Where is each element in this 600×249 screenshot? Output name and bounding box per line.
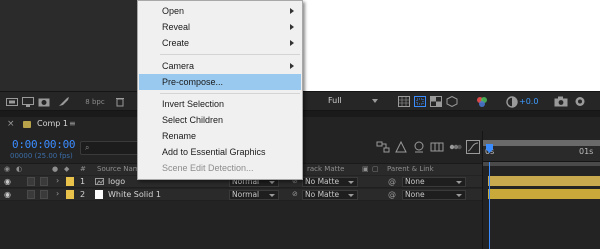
layer-context-menu: Open Reveal Create Camera Pre-compose...…	[137, 0, 303, 180]
menu-item-reveal[interactable]: Reveal	[139, 19, 301, 35]
camera-snapshot-icon[interactable]	[554, 95, 568, 108]
parent-select[interactable]: None	[402, 190, 466, 200]
menu-item-pre-compose[interactable]: Pre-compose...	[139, 74, 301, 90]
eye-icon[interactable]: ◉	[4, 190, 11, 200]
layer-bar-white-solid[interactable]	[488, 189, 600, 199]
lock-switch[interactable]	[40, 177, 48, 186]
layer-bar-logo[interactable]	[488, 176, 600, 186]
exposure-value[interactable]: +0.0	[519, 97, 538, 106]
motion-blur-icon[interactable]	[448, 140, 462, 154]
menu-separator	[160, 93, 300, 94]
matte-invert-icon: ▢	[372, 165, 379, 173]
transparency-icon[interactable]	[430, 95, 442, 108]
region-icon[interactable]	[414, 95, 426, 108]
chevron-right-icon[interactable]: ›	[56, 176, 59, 186]
menu-item-create[interactable]: Create	[139, 35, 301, 51]
graph-editor-icon[interactable]	[466, 140, 480, 154]
layer-label-color[interactable]	[66, 190, 74, 199]
solo-switch[interactable]	[27, 177, 35, 186]
menu-item-add-to-essential-graphics[interactable]: Add to Essential Graphics	[139, 144, 301, 160]
solo-switch[interactable]	[27, 190, 35, 199]
footage-icon	[95, 177, 104, 187]
layer-name[interactable]: White Solid 1	[108, 189, 161, 201]
preserve-transparency-icon[interactable]: ⊘	[292, 190, 298, 200]
track-matte-select[interactable]: No Matte	[302, 177, 358, 187]
lock-switch[interactable]	[40, 190, 48, 199]
chevron-right-icon[interactable]: ›	[56, 189, 59, 199]
ruler-label-01s: 01s	[579, 147, 594, 156]
current-time-display[interactable]: 0:00:00:00	[12, 138, 76, 151]
submenu-arrow-icon	[290, 8, 294, 14]
menu-item-rename[interactable]: Rename	[139, 128, 301, 144]
comp-color-swatch	[23, 121, 31, 128]
grid-icon[interactable]	[398, 95, 410, 108]
track-matte-column[interactable]: rack Matte	[307, 165, 344, 173]
layer-name[interactable]: logo	[108, 176, 125, 188]
eye-icon: ◉	[4, 165, 11, 173]
pick-whip-icon[interactable]: @	[388, 177, 396, 187]
trash-icon[interactable]	[114, 95, 126, 108]
tab-comp-1[interactable]: Comp 1	[37, 119, 68, 128]
frame-blending-icon[interactable]	[430, 140, 444, 154]
menu-item-open[interactable]: Open	[139, 3, 301, 19]
viewer-canvas[interactable]	[300, 0, 600, 91]
color-channels-icon[interactable]	[476, 95, 488, 108]
track-matte-select[interactable]: No Matte	[302, 190, 358, 200]
comp-mini-flowchart-icon[interactable]	[376, 140, 390, 154]
solid-swatch-icon	[95, 190, 103, 199]
shy-layers-icon[interactable]	[412, 140, 426, 154]
blend-mode-select[interactable]: Normal	[229, 190, 279, 200]
exposure-reset-icon[interactable]	[506, 95, 518, 108]
bit-depth[interactable]: 8 bpc	[84, 95, 106, 108]
parent-select[interactable]: None	[402, 177, 466, 187]
eye-icon[interactable]: ◉	[4, 177, 11, 187]
layer-index: 2	[80, 190, 86, 199]
pick-whip-icon[interactable]: @	[388, 190, 396, 200]
menu-item-scene-edit-detection: Scene Edit Detection...	[162, 163, 254, 173]
submenu-arrow-icon	[290, 63, 294, 69]
show-snapshot-icon[interactable]	[574, 95, 586, 108]
monitor-icon[interactable]	[22, 95, 34, 108]
lock-icon: ●	[52, 165, 59, 173]
time-ruler[interactable]: 0s 01s	[483, 146, 600, 162]
snapshot-icon[interactable]	[38, 95, 50, 108]
menu-item-select-children[interactable]: Select Children	[139, 112, 301, 128]
submenu-arrow-icon	[290, 40, 294, 46]
table-row[interactable]: ◉ › 2 White Solid 1 Normal ⊘ No Matte @ …	[0, 189, 482, 201]
submenu-arrow-icon	[290, 24, 294, 30]
timeline-graph-area[interactable]: 0s 01s	[482, 131, 600, 249]
always-preview-icon[interactable]	[6, 95, 18, 108]
close-icon[interactable]: ×	[7, 119, 15, 129]
work-area-bar[interactable]	[483, 162, 600, 166]
rocket-icon[interactable]	[58, 95, 70, 108]
menu-separator	[160, 54, 300, 55]
index-column: #	[80, 165, 86, 173]
draft-3d-icon[interactable]	[394, 140, 408, 154]
menu-item-invert-selection[interactable]: Invert Selection	[139, 96, 301, 112]
label-icon: ◆	[64, 165, 70, 173]
current-time-indicator[interactable]	[489, 162, 490, 249]
matte-switch-icon: ▣	[362, 165, 369, 173]
layer-index: 1	[80, 177, 86, 186]
layer-search-input[interactable]: ⌕	[80, 141, 140, 155]
resolution-select[interactable]: Full	[324, 94, 382, 108]
panel-menu-icon[interactable]: ≡	[69, 119, 76, 128]
3d-icon[interactable]	[446, 95, 458, 108]
layer-label-color[interactable]	[66, 177, 74, 186]
frame-rate-display: 00000 (25.00 fps)	[10, 152, 73, 160]
audio-icon: ◐	[16, 165, 23, 173]
parent-link-column[interactable]: Parent & Link	[387, 165, 434, 173]
menu-item-camera[interactable]: Camera	[139, 58, 301, 74]
search-icon: ⌕	[85, 143, 90, 152]
chevron-down-icon	[372, 99, 378, 103]
